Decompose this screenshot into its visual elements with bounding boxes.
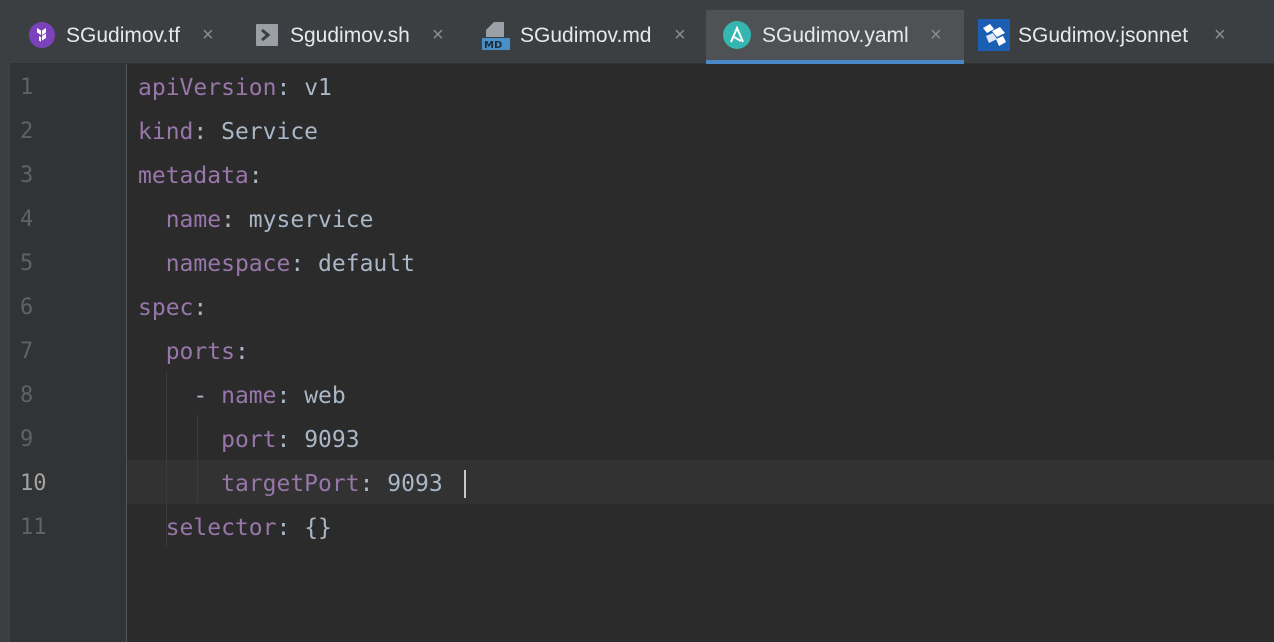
yaml-value: 9093 bbox=[373, 471, 443, 497]
yaml-key: ports bbox=[165, 339, 235, 365]
yaml-colon: : bbox=[193, 119, 208, 145]
code-line: ports: bbox=[138, 330, 249, 374]
jsonnet-icon bbox=[978, 19, 1010, 51]
tab-label: SGudimov.jsonnet bbox=[1018, 24, 1189, 47]
yaml-key: spec bbox=[138, 295, 194, 321]
gutter-divider bbox=[126, 64, 127, 642]
yaml-key: namespace bbox=[165, 251, 291, 277]
list-dash: - bbox=[193, 383, 222, 409]
close-icon[interactable]: × bbox=[930, 24, 942, 46]
gutter-edge bbox=[0, 64, 10, 642]
line-number: 1 bbox=[20, 75, 34, 100]
code-editor[interactable]: 1 2 3 4 5 6 7 8 9 10 11 apiVersion: v1 k… bbox=[0, 64, 1274, 642]
tab-label: SGudimov.md bbox=[520, 24, 652, 47]
line-number: 4 bbox=[20, 207, 34, 232]
yaml-colon: : bbox=[193, 295, 208, 321]
code-line: selector: {} bbox=[138, 506, 332, 550]
yaml-colon: : bbox=[290, 251, 305, 277]
yaml-key: apiVersion bbox=[138, 75, 277, 101]
text-caret bbox=[464, 470, 466, 498]
yaml-value: default bbox=[304, 251, 415, 277]
line-number: 8 bbox=[20, 383, 34, 408]
yaml-colon: : bbox=[276, 383, 291, 409]
line-number: 9 bbox=[20, 427, 34, 452]
line-number: 3 bbox=[20, 163, 34, 188]
tab-sgudimov-yaml[interactable]: SGudimov.yaml × bbox=[706, 10, 964, 64]
tab-sgudimov-tf[interactable]: SGudimov.tf × bbox=[12, 10, 234, 64]
line-number: 7 bbox=[20, 339, 34, 364]
code-line: apiVersion: v1 bbox=[138, 66, 332, 110]
tab-label: SGudimov.yaml bbox=[762, 24, 909, 47]
yaml-colon: : bbox=[221, 207, 235, 233]
yaml-key: port bbox=[221, 427, 277, 453]
code-line-current: targetPort: 9093 bbox=[138, 462, 443, 506]
yaml-colon: : bbox=[276, 427, 291, 453]
code-line: namespace: default bbox=[138, 242, 415, 286]
close-icon[interactable]: × bbox=[432, 24, 444, 46]
yaml-value: web bbox=[290, 383, 346, 409]
code-line: port: 9093 bbox=[138, 418, 360, 462]
close-icon[interactable]: × bbox=[1214, 24, 1226, 46]
line-number: 6 bbox=[20, 295, 34, 320]
yaml-value: v1 bbox=[290, 75, 332, 101]
line-number-current: 10 bbox=[20, 471, 47, 496]
yaml-key: selector bbox=[165, 515, 277, 541]
editor-tab-bar: SGudimov.tf × Sgudimov.sh × MD SGudimov.… bbox=[0, 0, 1274, 64]
tab-sgudimov-md[interactable]: MD SGudimov.md × bbox=[466, 10, 706, 64]
code-line: name: myservice bbox=[138, 198, 374, 242]
code-line: kind: Service bbox=[138, 110, 318, 154]
ansible-icon bbox=[722, 20, 752, 50]
yaml-value: Service bbox=[207, 119, 319, 145]
line-number: 2 bbox=[20, 119, 34, 144]
yaml-colon: : bbox=[359, 471, 374, 497]
code-line: metadata: bbox=[138, 154, 263, 198]
terraform-icon bbox=[28, 21, 56, 49]
svg-text:MD: MD bbox=[484, 40, 502, 51]
tab-bar-edge bbox=[0, 0, 10, 64]
yaml-key: kind bbox=[138, 119, 194, 145]
yaml-colon: : bbox=[276, 75, 291, 101]
yaml-key: name bbox=[165, 207, 222, 233]
yaml-key: metadata bbox=[138, 163, 249, 189]
yaml-value: {} bbox=[290, 515, 332, 541]
line-number: 5 bbox=[20, 251, 34, 276]
yaml-key: targetPort bbox=[221, 471, 360, 497]
tab-label: Sgudimov.sh bbox=[290, 24, 410, 47]
line-number-gutter bbox=[0, 64, 126, 642]
close-icon[interactable]: × bbox=[202, 24, 214, 46]
tab-label: SGudimov.tf bbox=[66, 24, 180, 47]
yaml-value: 9093 bbox=[290, 427, 360, 453]
markdown-icon: MD bbox=[482, 21, 512, 51]
line-number: 11 bbox=[20, 515, 47, 540]
shell-script-icon bbox=[254, 21, 282, 49]
tab-sgudimov-sh[interactable]: Sgudimov.sh × bbox=[234, 10, 466, 64]
close-icon[interactable]: × bbox=[674, 24, 686, 46]
code-line: - name: web bbox=[138, 374, 346, 418]
yaml-value: myservice bbox=[234, 207, 374, 233]
yaml-colon: : bbox=[234, 339, 249, 365]
yaml-colon: : bbox=[248, 163, 263, 189]
yaml-colon: : bbox=[276, 515, 291, 541]
code-line: spec: bbox=[138, 286, 207, 330]
yaml-key: name bbox=[221, 383, 277, 409]
tab-sgudimov-jsonnet[interactable]: SGudimov.jsonnet × bbox=[964, 10, 1244, 64]
